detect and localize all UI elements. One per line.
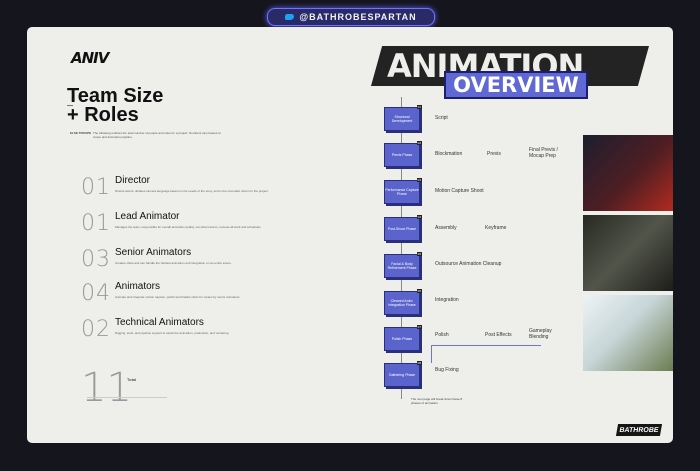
- role-number: 01: [81, 211, 111, 236]
- role-desc: Animate and integrate motion capture, po…: [115, 295, 241, 299]
- flow-integration: Integration: [435, 297, 459, 303]
- role-title: Director: [115, 175, 151, 186]
- flow-previs: Previs: [487, 151, 501, 157]
- role-technical-animators: 02 Technical Animators Rigging, tools, a…: [81, 317, 321, 351]
- brand-logo: BATHROBE: [615, 424, 663, 436]
- overview-subheading: OVERVIEW: [444, 71, 588, 99]
- role-animators: 04 Animators Animate and integrate motio…: [81, 281, 321, 315]
- role-senior-animators: 03 Senior Animators Creates shots and ca…: [81, 247, 321, 281]
- role-number: 02: [81, 317, 111, 342]
- flow-post-effects: Post Effects: [485, 332, 512, 338]
- flow-gameplay: Gameplay Blending: [529, 328, 552, 340]
- rail-note: The next page will break down these 8 ph…: [411, 397, 463, 405]
- flow-assembly: Assembly: [435, 225, 457, 231]
- role-desc: Creates shots and can handle the hardest…: [115, 261, 232, 265]
- role-desc: Manages the team, responsible for overal…: [115, 225, 262, 229]
- page-title: Team Size + Roles: [67, 85, 164, 126]
- section-label: ELSE TROUPE: [70, 131, 92, 135]
- photo-character-red: [583, 135, 673, 211]
- flow-connector: [431, 345, 541, 346]
- photo-character-action: [583, 295, 673, 371]
- infographic-card: ANIV Team Size + Roles ELSE TROUPE The f…: [27, 27, 673, 443]
- flow-outsource: Outsource Animation Cleanup: [435, 261, 502, 267]
- role-title: Senior Animators: [115, 247, 192, 258]
- phase-structural[interactable]: Structural Development 01: [384, 105, 422, 131]
- flow-script: Script: [435, 115, 448, 121]
- flow-blockmation: Blockmation: [435, 151, 463, 157]
- flow-bug-fixing: Bug Fixing: [435, 367, 459, 373]
- role-title: Lead Animator: [115, 211, 180, 222]
- role-number: 04: [81, 281, 111, 306]
- flow-final-previs: Final Previs / Mocap Prep: [529, 147, 558, 159]
- phase-integration[interactable]: Cleaned Anim. Integration Phase 06: [384, 289, 422, 315]
- phase-refinement[interactable]: Facial & Body Refinement Phase 05: [384, 252, 422, 278]
- photo-character-portrait: [583, 215, 673, 291]
- role-lead-animator: 01 Lead Animator Manages the team, respo…: [81, 211, 321, 245]
- flow-keyframe: Keyframe: [485, 225, 507, 231]
- twitter-icon: [285, 13, 295, 21]
- phase-gathering[interactable]: Gathering Phase 08: [384, 361, 422, 387]
- role-desc: Rigging, tools, and pipeline support to …: [115, 331, 230, 335]
- total-number: 11: [81, 365, 132, 411]
- role-title: Animators: [115, 281, 161, 292]
- handle-text: @BATHROBESPARTAN: [299, 12, 417, 22]
- total-label: Total: [127, 377, 137, 382]
- bottom-divider: [87, 397, 167, 398]
- phase-polish[interactable]: Polish Phase 07: [384, 325, 422, 351]
- flow-polish: Polish: [435, 332, 449, 338]
- role-number: 03: [81, 247, 111, 272]
- intro-text: The following outlines the total number …: [93, 131, 221, 139]
- role-desc: Directs actors, dictates camera language…: [115, 189, 269, 193]
- phase-previs[interactable]: Previs Phase 02: [384, 141, 422, 167]
- role-title: Technical Animators: [115, 317, 204, 328]
- logo: ANIV: [71, 49, 109, 67]
- role-number: 01: [81, 175, 111, 200]
- flow-mocap: Motion Capture Shoot: [435, 188, 484, 194]
- handle-badge[interactable]: @BATHROBESPARTAN: [267, 8, 435, 26]
- phase-performance-capture[interactable]: Performance Capture Phase 03: [384, 178, 422, 204]
- flow-connector: [431, 345, 432, 363]
- phase-post-shoot[interactable]: Post-Shoot Phase 04: [384, 215, 422, 241]
- role-director: 01 Director Directs actors, dictates cam…: [81, 175, 321, 209]
